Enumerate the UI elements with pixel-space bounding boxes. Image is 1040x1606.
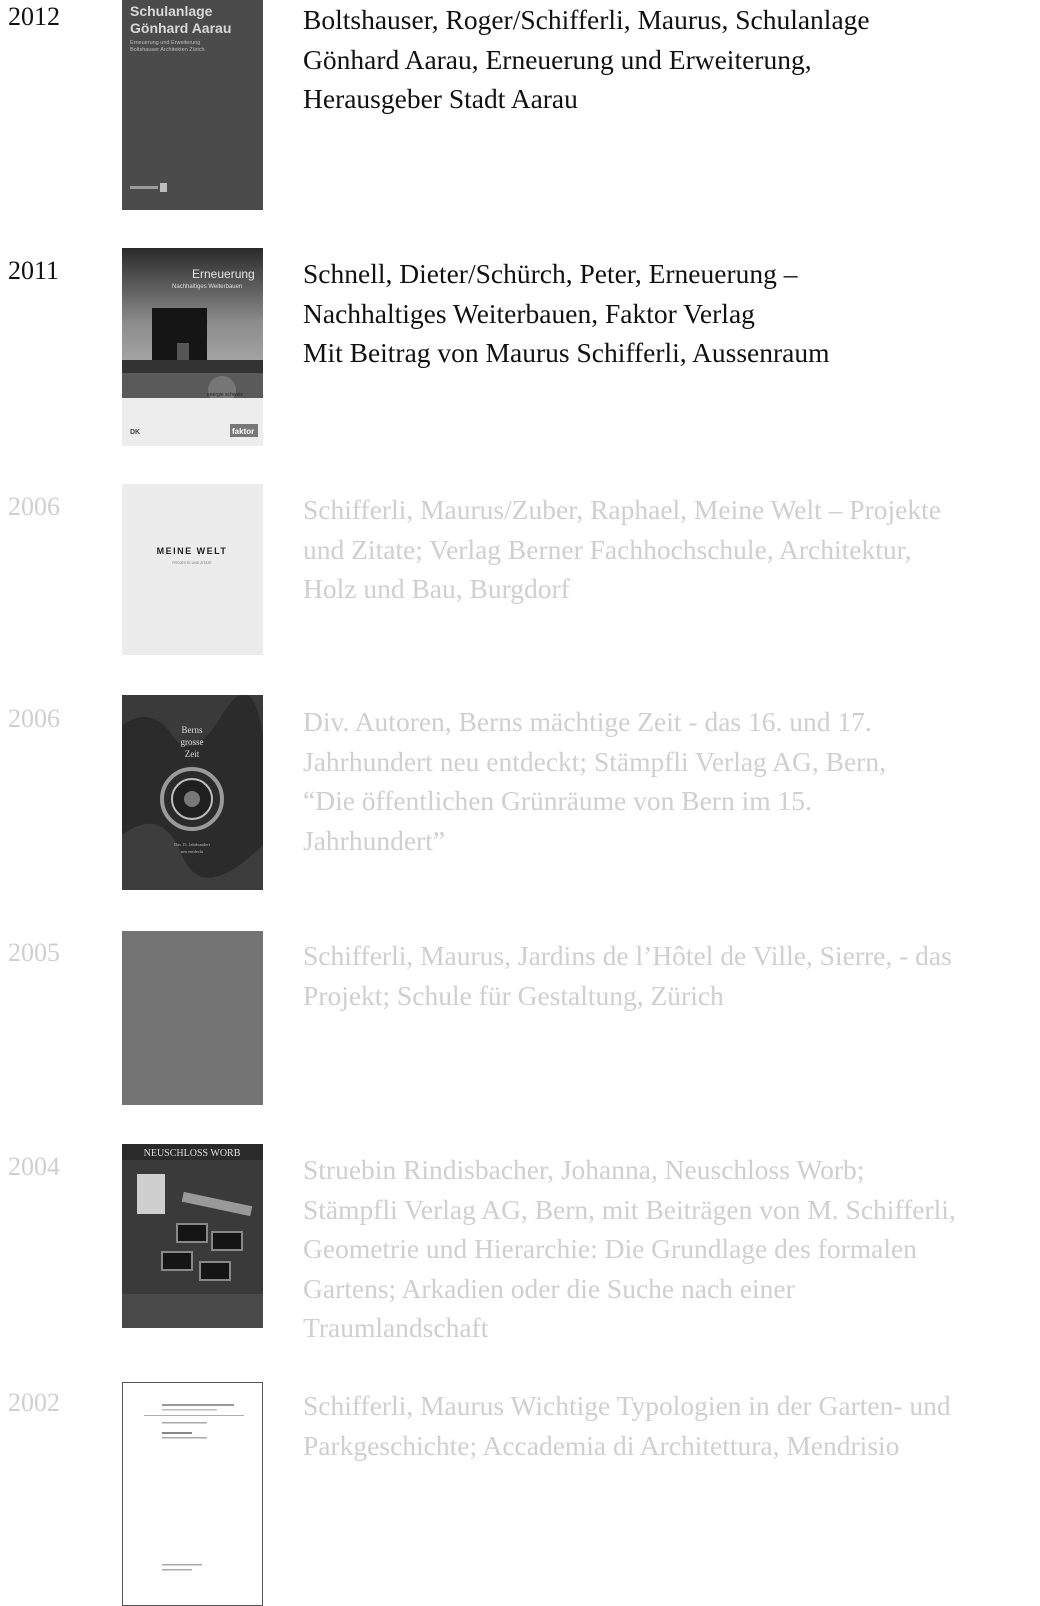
book-cover [122,931,263,1105]
cover-title: Erneuerung [192,267,255,281]
publication-description: Boltshauser, Roger/Schifferli, Maurus, S… [303,4,870,114]
cover-title: grosse [181,737,204,747]
book-cover [122,1382,263,1606]
cover-subtitle: Boltshauser Architekten Zürich [130,47,205,53]
cover-title: Schulanlage [130,3,213,19]
cover-subtitle: PROJEKTE UND ZITATE [172,561,212,565]
cover-title: Berns [182,725,203,735]
book-cover: MEINE WELT PROJEKTE UND ZITATE [122,484,263,655]
cover-subtitle: Nachhaltiges Weiterbauen [172,284,242,290]
publication-description: Schifferli, Maurus Wichtige Typologien i… [303,1390,951,1461]
publication-description: Div. Autoren, Berns mächtige Zeit - das … [303,706,886,856]
cover-title: MEINE WELT [157,546,228,556]
publication-year: 2002 [8,1388,60,1417]
cover-logo: DK [130,429,140,436]
publication-year: 2005 [8,938,60,967]
cover-badge: energie schweiz [207,392,243,398]
cover-title: Gönhard Aarau [130,20,231,36]
book-cover: Berns grosse Zeit Das 15. Jahrhundert ne… [122,695,263,890]
publication-description: Schifferli, Maurus, Jardins de l’Hôtel d… [303,940,952,1011]
cover-title: NEUSCHLOSS WORB [144,1148,241,1159]
cover-title: Zeit [185,749,200,759]
cover-logo: faktor [232,427,254,436]
publication-year: 2012 [8,2,60,31]
book-cover: NEUSCHLOSS WORB [122,1144,263,1328]
cover-subtitle: Erneuerung und Erweiterung [130,40,200,46]
cover-footer: neu entdeckt [181,849,205,854]
publication-year: 2006 [8,492,60,521]
publication-description: Schifferli, Maurus/Zuber, Raphael, Meine… [303,494,941,604]
book-cover: Erneuerung Nachhaltiges Weiterbauen ener… [122,248,263,446]
publication-description: Struebin Rindisbacher, Johanna, Neuschlo… [303,1154,956,1343]
publication-year: 2004 [8,1152,60,1181]
book-cover: Schulanlage Gönhard Aarau Erneuerung und… [122,0,263,210]
publication-year: 2006 [8,704,60,733]
publication-description: Schnell, Dieter/Schürch, Peter, Erneueru… [303,258,830,368]
cover-footer: Das 15. Jahrhundert [174,842,211,847]
publication-year: 2011 [8,256,60,285]
